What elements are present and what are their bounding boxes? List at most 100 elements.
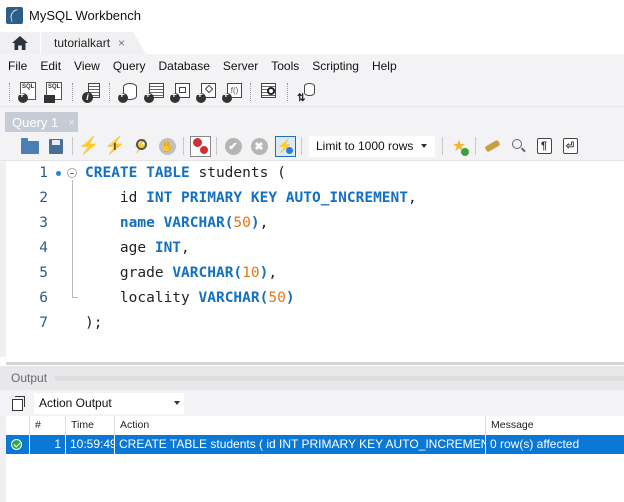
sql-keyword: ) (285, 290, 295, 306)
sql-identifier: , (268, 265, 278, 281)
code-text: locality VARCHAR(50) (85, 286, 295, 311)
code-text: age INT, (85, 236, 190, 261)
line-number: 6 (39, 290, 48, 306)
sql-identifier: , (181, 240, 190, 256)
close-tab-icon[interactable]: × (118, 36, 125, 50)
output-type-select[interactable]: Action Output (34, 392, 184, 414)
limit-rows-select[interactable]: Limit to 1000 rows (309, 135, 435, 157)
column-status[interactable] (6, 416, 30, 435)
menu-query[interactable]: Query (108, 59, 154, 73)
invisible-chars-icon[interactable]: ¶ (534, 136, 555, 157)
menu-scripting[interactable]: Scripting (307, 59, 367, 73)
toolbar-separator (442, 137, 443, 155)
sql-keyword: name VARCHAR (119, 215, 225, 231)
create-view-icon[interactable] (169, 81, 191, 103)
commit-icon[interactable]: ✔ (223, 136, 244, 157)
column-action[interactable]: Action (115, 416, 486, 435)
main-toolbar: SQL SQL i f() ⇅ (0, 78, 624, 106)
fold-toggle-icon[interactable] (67, 168, 77, 178)
inspect-schema-icon[interactable]: i (80, 81, 102, 103)
toolbar-separator (183, 137, 184, 155)
beautify-icon[interactable] (482, 136, 503, 157)
toolbar-separator (72, 137, 73, 155)
toolbar-separator (9, 83, 10, 101)
sql-keyword: VARCHAR (172, 265, 234, 281)
toggle-error-icon[interactable] (189, 135, 211, 157)
header-grip (55, 375, 624, 381)
menu-server[interactable]: Server (218, 59, 266, 73)
toolbar-separator (216, 137, 217, 155)
row-message: 0 row(s) affected (490, 437, 580, 451)
autocommit-icon[interactable]: ⚡ (274, 135, 296, 157)
sql-number: 10 (242, 265, 260, 281)
copy-icon[interactable] (12, 396, 26, 411)
code-text: ); (85, 311, 102, 336)
sql-identifier: students ( (189, 165, 286, 181)
query-tab[interactable]: Query 1 × (5, 112, 78, 133)
query-tab-label: Query 1 (12, 115, 59, 130)
code-line[interactable]: 2 id INT PRIMARY KEY AUTO_INCREMENT, (0, 186, 624, 211)
code-text: name VARCHAR(50), (85, 211, 268, 236)
execute-icon[interactable]: ⚡ (78, 136, 99, 157)
panel-splitter[interactable] (6, 362, 624, 365)
mysql-workbench-logo-icon (6, 6, 23, 24)
home-icon (12, 36, 28, 50)
home-tab[interactable] (0, 32, 40, 54)
line-number: 2 (39, 190, 48, 206)
row-number: 1 (30, 435, 66, 454)
code-text: CREATE TABLE students ( (85, 161, 286, 186)
stop-icon[interactable]: ✋ (157, 136, 178, 157)
rollback-icon[interactable]: ✖ (249, 136, 270, 157)
find-icon[interactable] (508, 136, 529, 157)
reconnect-icon[interactable]: ⇅ (295, 81, 317, 104)
create-procedure-icon[interactable] (195, 81, 217, 103)
sql-editor[interactable]: 1 CREATE TABLE students (2 id INT PRIMARY… (0, 161, 624, 357)
connection-tab[interactable]: tutorialkart × (41, 32, 146, 54)
menu-help[interactable]: Help (367, 59, 405, 73)
output-toolbar: Action Output (0, 390, 624, 416)
column-message[interactable]: Message (486, 416, 624, 435)
save-icon[interactable] (46, 136, 67, 157)
open-file-icon[interactable] (20, 136, 41, 157)
menu-edit[interactable]: Edit (35, 59, 69, 73)
code-line[interactable]: 3 name VARCHAR(50), (0, 211, 624, 236)
menu-database[interactable]: Database (154, 59, 218, 73)
explain-icon[interactable]: ⚡ (131, 136, 152, 157)
column-time[interactable]: Time (66, 416, 115, 435)
line-number: 1 (39, 165, 48, 181)
code-line[interactable]: 4 age INT, (0, 236, 624, 261)
menu-view[interactable]: View (69, 59, 108, 73)
create-table-icon[interactable] (143, 81, 165, 103)
code-line[interactable]: 5 grade VARCHAR(10), (0, 261, 624, 286)
statement-marker-icon (56, 171, 61, 176)
sql-keyword: ( (233, 265, 243, 281)
add-snippet-icon[interactable]: ★ (449, 136, 470, 157)
connection-tab-bar: tutorialkart × (0, 30, 624, 54)
sql-number: 50 (268, 290, 286, 306)
open-sql-script-icon[interactable]: SQL (43, 81, 65, 103)
search-table-data-icon[interactable] (258, 81, 280, 103)
create-schema-icon[interactable] (117, 81, 139, 103)
menu-tools[interactable]: Tools (266, 59, 307, 73)
menu-file[interactable]: File (3, 59, 35, 73)
column-number[interactable]: # (30, 416, 66, 435)
limit-rows-value: Limit to 1000 rows (316, 139, 414, 153)
create-function-icon[interactable]: f() (221, 81, 243, 103)
chevron-down-icon (174, 400, 180, 405)
window-title: MySQL Workbench (29, 7, 141, 23)
code-line[interactable]: 7); (0, 311, 624, 336)
wrap-lines-icon[interactable]: ⏎ (560, 136, 581, 157)
new-sql-tab-icon[interactable]: SQL (17, 81, 39, 103)
sql-number: 50 (233, 215, 251, 231)
close-query-tab-icon[interactable]: × (68, 117, 74, 129)
chevron-down-icon (421, 143, 427, 148)
code-line[interactable]: 6 locality VARCHAR(50) (0, 286, 624, 311)
code-line[interactable]: 1 CREATE TABLE students ( (0, 161, 624, 186)
toolbar-separator (301, 137, 302, 155)
output-title: Output (11, 371, 48, 385)
sql-keyword: CREATE TABLE (85, 165, 190, 181)
line-number: 4 (39, 240, 48, 256)
table-row[interactable]: 1 10:59:49 CREATE TABLE students ( id IN… (6, 435, 624, 454)
execute-current-icon[interactable]: ⚡ I (104, 136, 125, 157)
sql-identifier: , (259, 215, 269, 231)
